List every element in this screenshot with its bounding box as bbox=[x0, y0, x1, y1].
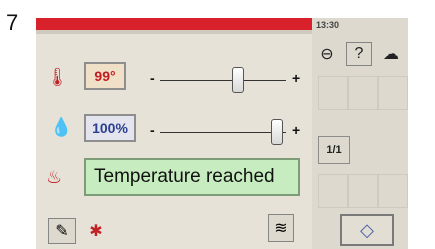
right-pane: 13:30 ⊖ ? ☁ 1/1 ◇ bbox=[312, 18, 408, 249]
tool-button[interactable]: ✎ bbox=[48, 218, 76, 244]
climate-icon: ♨ bbox=[46, 167, 63, 187]
pastry-button[interactable]: ☁ bbox=[378, 42, 404, 66]
back-arrow-icon: ⊖ bbox=[320, 46, 334, 63]
humidity-minus[interactable]: - bbox=[150, 122, 155, 138]
grid-cell bbox=[378, 76, 408, 110]
navigate-button[interactable]: ◇ bbox=[340, 214, 394, 246]
temperature-plus[interactable]: + bbox=[292, 70, 300, 86]
figure-number: 7 bbox=[6, 10, 19, 35]
pastry-icon: ☁ bbox=[383, 46, 399, 63]
cleaning-icon: ✱ bbox=[89, 223, 103, 240]
oven-control-panel: 🌡 99° - + 💧 100% - + ♨ Temperature reach… bbox=[36, 18, 408, 249]
back-button[interactable]: ⊖ bbox=[314, 42, 340, 66]
humidity-slider-track bbox=[160, 132, 286, 133]
tray-icon: ≋ bbox=[274, 220, 288, 237]
humidity-plus[interactable]: + bbox=[292, 122, 300, 138]
thermometer-icon: 🌡 bbox=[46, 67, 69, 87]
alarm-bar bbox=[36, 18, 312, 30]
tray-button[interactable]: ≋ bbox=[268, 214, 294, 242]
grid-cell bbox=[318, 174, 348, 208]
drop-icon: 💧 bbox=[50, 117, 73, 137]
help-button[interactable]: ? bbox=[346, 42, 372, 66]
page-indicator-button[interactable]: 1/1 bbox=[318, 136, 350, 164]
humidity-value[interactable]: 100% bbox=[84, 114, 136, 142]
temperature-minus[interactable]: - bbox=[150, 70, 155, 86]
tool-icon: ✎ bbox=[55, 223, 69, 240]
grid-cell bbox=[348, 174, 378, 208]
top-track bbox=[36, 30, 312, 34]
humidity-slider-knob[interactable] bbox=[271, 119, 284, 145]
grid-cell bbox=[318, 76, 348, 110]
humidity-slider[interactable]: - + bbox=[150, 119, 300, 145]
status-box: Temperature reached bbox=[84, 158, 300, 196]
temperature-slider-track bbox=[160, 80, 286, 81]
clock: 13:30 bbox=[316, 20, 340, 30]
grid-cell bbox=[348, 76, 378, 110]
temperature-slider-knob[interactable] bbox=[232, 67, 245, 93]
grid-cell bbox=[378, 174, 408, 208]
cleaning-button[interactable]: ✱ bbox=[82, 218, 110, 244]
temperature-value[interactable]: 99° bbox=[84, 62, 126, 90]
temperature-slider[interactable]: - + bbox=[150, 67, 300, 93]
diamond-nav-icon: ◇ bbox=[360, 219, 374, 240]
help-icon: ? bbox=[354, 45, 364, 62]
